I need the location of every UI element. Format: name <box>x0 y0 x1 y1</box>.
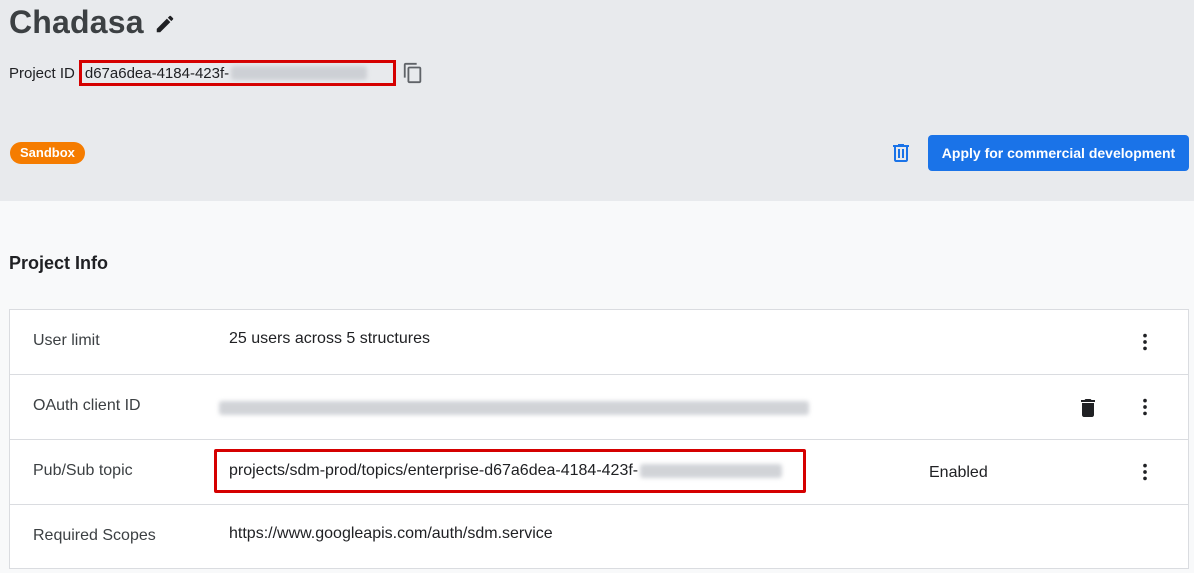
delete-project-icon[interactable] <box>889 141 913 165</box>
redacted-id-suffix <box>231 66 368 80</box>
row-value: 25 users across 5 structures <box>229 330 430 347</box>
title-row: Chadasa <box>9 4 176 41</box>
project-title: Chadasa <box>9 4 144 40</box>
row-value: https://www.googleapis.com/auth/sdm.serv… <box>229 525 553 542</box>
row-label: Required Scopes <box>33 527 156 544</box>
sandbox-badge: Sandbox <box>10 142 85 164</box>
project-id-value: d67a6dea-4184-423f- <box>84 64 230 82</box>
info-row-user-limit: User limit 25 users across 5 structures <box>10 310 1188 375</box>
pubsub-topic-value: projects/sdm-prod/topics/enterprise-d67a… <box>229 462 639 479</box>
row-label: Pub/Sub topic <box>33 462 133 479</box>
copy-icon[interactable] <box>402 61 424 85</box>
info-row-pubsub-topic: Pub/Sub topic projects/sdm-prod/topics/e… <box>10 440 1188 505</box>
project-id-row: Project ID d67a6dea-4184-423f- <box>9 60 424 86</box>
project-info-card: User limit 25 users across 5 structures … <box>9 309 1189 569</box>
more-vert-icon[interactable] <box>1134 395 1156 419</box>
project-header: Chadasa Project ID d67a6dea-4184-423f- S… <box>0 0 1194 201</box>
apply-commercial-button[interactable]: Apply for commercial development <box>928 135 1189 171</box>
info-row-required-scopes: Required Scopes https://www.googleapis.c… <box>10 505 1188 570</box>
project-id-label: Project ID <box>9 64 75 82</box>
row-label: User limit <box>33 332 100 349</box>
section-title: Project Info <box>9 253 109 273</box>
more-vert-icon[interactable] <box>1134 330 1156 354</box>
info-row-oauth-client: OAuth client ID <box>10 375 1188 440</box>
pubsub-status: Enabled <box>929 464 988 481</box>
edit-pencil-icon[interactable] <box>154 13 176 35</box>
delete-oauth-icon[interactable] <box>1076 396 1100 420</box>
more-vert-icon[interactable] <box>1134 460 1156 484</box>
pubsub-topic-highlight: projects/sdm-prod/topics/enterprise-d67a… <box>214 449 806 493</box>
project-id-highlight: d67a6dea-4184-423f- <box>78 60 396 86</box>
redacted-topic-suffix <box>640 464 783 478</box>
redacted-oauth-client-id <box>219 401 809 415</box>
row-label: OAuth client ID <box>33 397 141 414</box>
